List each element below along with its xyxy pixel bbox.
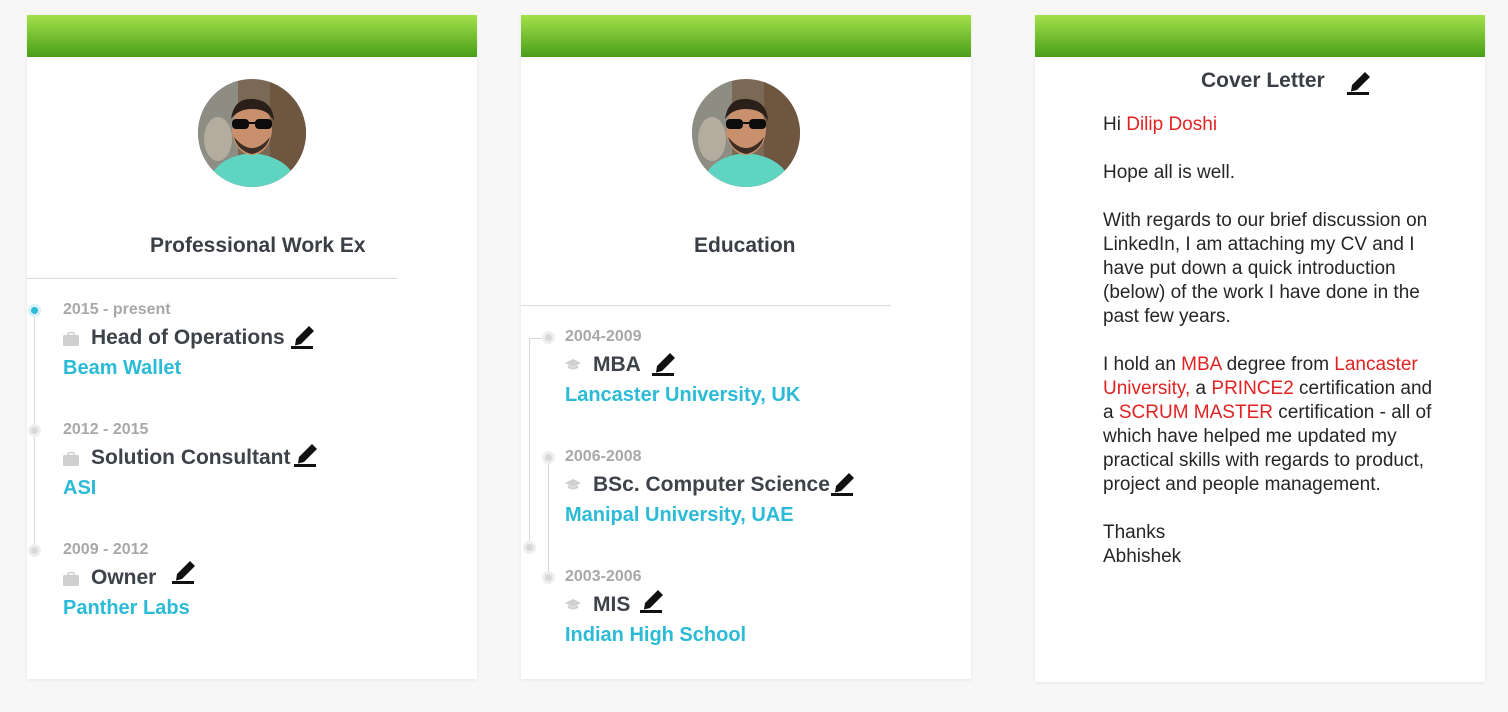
card-header-bar — [1035, 15, 1485, 57]
graduation-cap-icon — [565, 359, 581, 371]
timeline-dot — [545, 454, 552, 461]
cover-paragraph: Hope all is well. — [1103, 162, 1235, 183]
timeline-dot — [526, 544, 533, 551]
work-date: 2015 - present — [63, 301, 171, 318]
avatar — [198, 79, 306, 187]
timeline-dot — [31, 307, 38, 314]
work-role: Solution Consultant — [91, 446, 291, 469]
edit-pencil-icon[interactable] — [292, 438, 320, 468]
edit-pencil-icon[interactable] — [650, 347, 678, 377]
edit-pencil-icon[interactable] — [170, 555, 198, 585]
timeline-dot — [31, 547, 38, 554]
timeline-line — [529, 338, 530, 548]
cover-signature: Abhishek — [1103, 546, 1182, 567]
work-date: 2012 - 2015 — [63, 421, 149, 438]
edit-pencil-icon[interactable] — [829, 467, 857, 497]
avatar — [692, 79, 800, 187]
graduation-cap-icon — [565, 479, 581, 491]
briefcase-icon — [63, 452, 79, 466]
work-date: 2009 - 2012 — [63, 541, 149, 558]
work-org[interactable]: ASI — [63, 477, 96, 500]
cover-paragraph: With regards to our brief discussion on … — [1103, 210, 1428, 327]
divider — [27, 278, 397, 279]
cover-signoff: Thanks — [1103, 522, 1166, 543]
education-degree: BSc. Computer Science — [593, 473, 830, 496]
edit-pencil-icon[interactable] — [638, 584, 666, 614]
highlight-mba: MBA — [1181, 354, 1222, 375]
cover-paragraph: I hold an MBA degree from Lancaster Univ… — [1103, 354, 1433, 495]
briefcase-icon — [63, 332, 79, 346]
education-date: 2003-2006 — [565, 568, 642, 585]
cover-letter-body: Hi Dilip Doshi Hope all is well. With re… — [1103, 113, 1433, 569]
education-school[interactable]: Indian High School — [565, 624, 746, 647]
edit-pencil-icon[interactable] — [1345, 66, 1373, 96]
education-degree: MBA — [593, 353, 641, 376]
timeline-line — [548, 458, 549, 578]
cover-greeting: Hi Dilip Doshi — [1103, 114, 1218, 135]
work-role: Head of Operations — [91, 326, 285, 349]
divider — [521, 305, 891, 306]
work-org[interactable]: Beam Wallet — [63, 357, 181, 380]
highlight-prince2: PRINCE2 — [1211, 378, 1294, 399]
work-title: Professional Work Ex — [150, 234, 366, 257]
edit-pencil-icon[interactable] — [289, 320, 317, 350]
education-title: Education — [694, 234, 796, 257]
timeline-dot — [545, 574, 552, 581]
graduation-cap-icon — [565, 599, 581, 611]
work-role: Owner — [91, 566, 157, 589]
recipient-name: Dilip Doshi — [1126, 114, 1218, 135]
timeline-dot — [545, 334, 552, 341]
briefcase-icon — [63, 572, 79, 586]
education-school[interactable]: Lancaster University, UK — [565, 384, 800, 407]
education-date: 2006-2008 — [565, 448, 642, 465]
cover-letter-title: Cover Letter — [1201, 69, 1325, 92]
highlight-scrum: SCRUM MASTER — [1118, 402, 1273, 423]
education-date: 2004-2009 — [565, 328, 642, 345]
education-school[interactable]: Manipal University, UAE — [565, 504, 794, 527]
timeline-dot — [31, 427, 38, 434]
education-degree: MIS — [593, 593, 631, 616]
card-header-bar — [27, 15, 477, 57]
card-header-bar — [521, 15, 971, 57]
work-org[interactable]: Panther Labs — [63, 597, 190, 620]
